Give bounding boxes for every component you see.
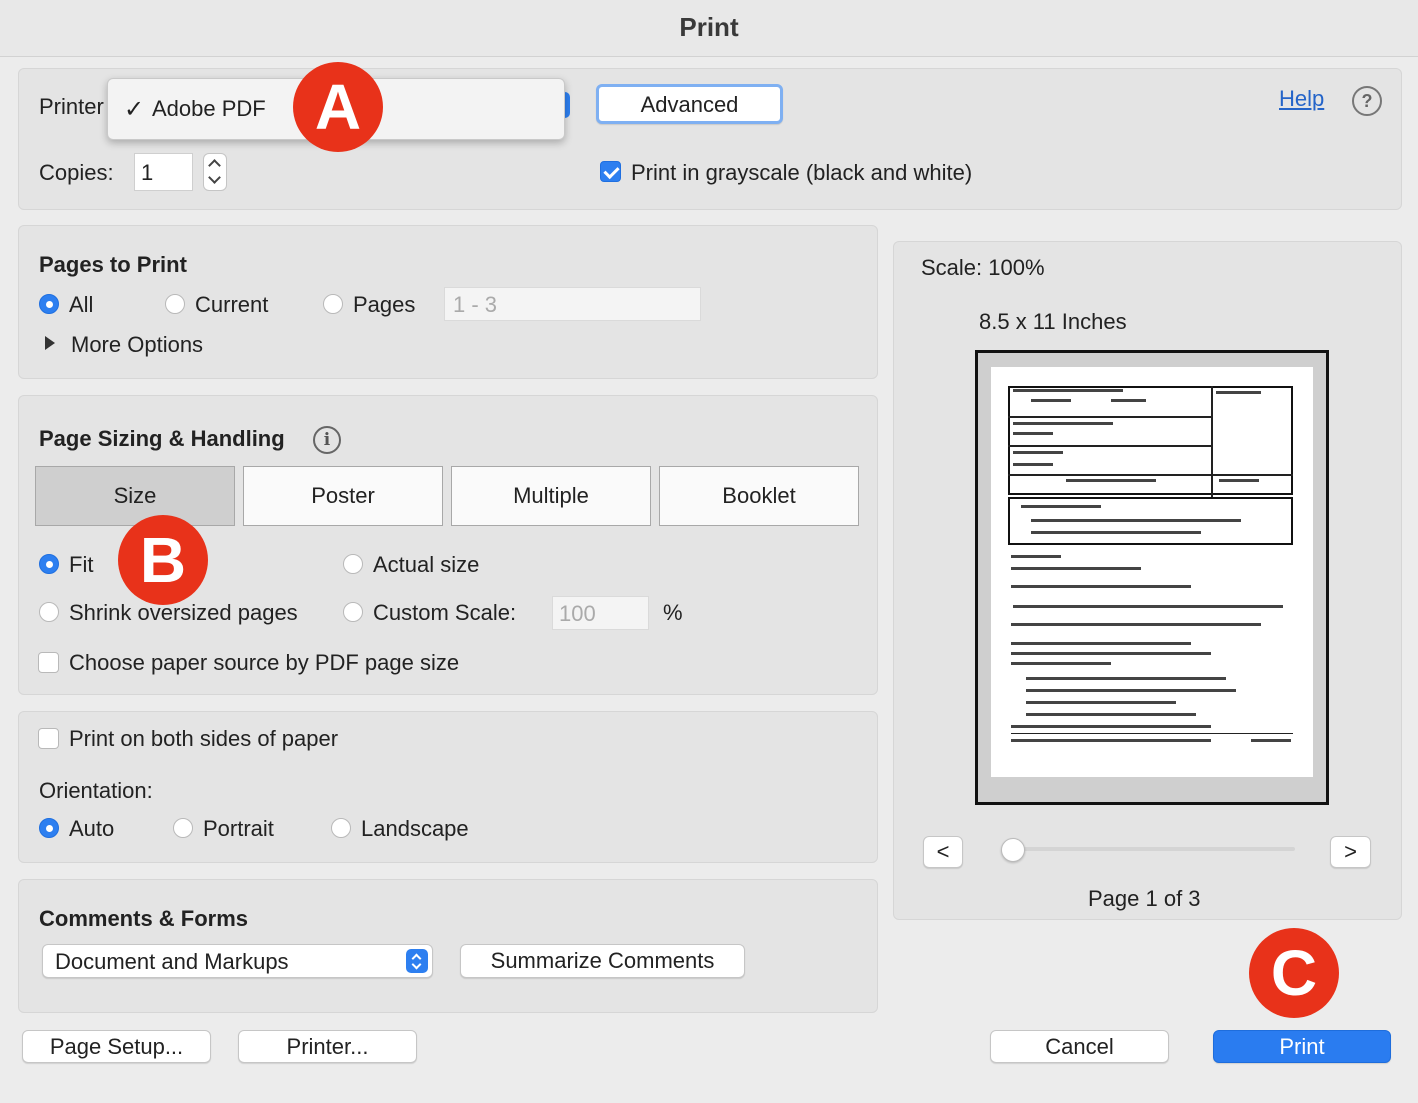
actual-size-radio[interactable] [343,554,363,574]
advanced-button[interactable]: Advanced [596,84,783,124]
paper-source-checkbox[interactable] [38,652,59,673]
shrink-radio[interactable] [39,602,59,622]
copies-label: Copies: [39,160,114,185]
annotation-badge-a: A [293,62,383,152]
comments-select[interactable]: Document and Markups [42,944,433,978]
percent-label: % [663,600,683,625]
custom-scale-label: Custom Scale: [373,600,517,625]
orientation-portrait-radio[interactable] [173,818,193,838]
pages-range-radio[interactable] [323,294,343,314]
page-preview [975,350,1329,805]
tab-poster[interactable]: Poster [243,466,443,526]
cancel-button[interactable]: Cancel [990,1030,1169,1063]
orientation-auto-radio[interactable] [39,818,59,838]
tab-booklet[interactable]: Booklet [659,466,859,526]
next-page-button[interactable]: > [1330,836,1371,868]
previous-page-button[interactable]: < [923,836,963,868]
help-link[interactable]: Help [1279,86,1324,112]
comments-select-value: Document and Markups [55,949,289,974]
orientation-auto-label: Auto [69,816,115,841]
fit-radio[interactable] [39,554,59,574]
summarize-comments-button[interactable]: Summarize Comments [460,944,745,978]
scale-label: Scale: 100% [921,255,1045,280]
chevron-up-icon[interactable] [208,159,221,172]
shrink-label: Shrink oversized pages [69,600,298,625]
pages-all-radio[interactable] [39,294,59,314]
checkmark-icon: ✓ [124,96,145,123]
copies-stepper[interactable] [203,153,227,191]
tab-multiple[interactable]: Multiple [451,466,651,526]
preview-paper [991,367,1313,777]
orientation-landscape-radio[interactable] [331,818,351,838]
orientation-landscape-label: Landscape [361,816,469,841]
orientation-portrait-label: Portrait [203,816,274,841]
copies-input[interactable]: 1 [134,153,193,191]
pages-current-label: Current [195,292,269,317]
grayscale-checkbox[interactable] [600,161,621,182]
printer-settings-button[interactable]: Printer... [238,1030,417,1063]
pages-range-input[interactable]: 1 - 3 [444,287,701,321]
pages-range-label: Pages [353,292,416,317]
paper-source-label: Choose paper source by PDF page size [69,650,460,675]
comments-heading: Comments & Forms [39,906,249,931]
custom-scale-input[interactable]: 100 [552,596,649,630]
window-title: Print [0,0,1418,57]
pages-current-radio[interactable] [165,294,185,314]
page-slider-track[interactable] [1005,847,1295,851]
pages-all-label: All [69,292,94,317]
both-sides-checkbox[interactable] [38,728,59,749]
print-button[interactable]: Print [1213,1030,1391,1063]
orientation-label: Orientation: [39,778,153,803]
page-sizing-heading: Page Sizing & Handling [39,426,285,451]
info-icon[interactable]: i [313,426,341,454]
page-setup-button[interactable]: Page Setup... [22,1030,211,1063]
page-slider-knob[interactable] [1001,838,1025,862]
custom-scale-radio[interactable] [343,602,363,622]
annotation-badge-c: C [1249,928,1339,1018]
actual-size-label: Actual size [373,552,480,577]
tab-size[interactable]: Size [35,466,235,526]
annotation-badge-b: B [118,515,208,605]
chevron-down-icon[interactable] [208,171,221,184]
disclosure-triangle-icon[interactable] [45,336,55,350]
printer-option-adobe-pdf[interactable]: Adobe PDF [152,96,266,122]
paper-size-label: 8.5 x 11 Inches [979,309,1127,334]
grayscale-label: Print in grayscale (black and white) [631,160,973,185]
printer-label: Printer [39,94,104,119]
pages-to-print-heading: Pages to Print [39,252,187,277]
both-sides-label: Print on both sides of paper [69,726,339,751]
more-options-label[interactable]: More Options [71,332,203,358]
select-arrows-icon [406,949,428,973]
fit-label: Fit [69,552,94,577]
page-indicator: Page 1 of 3 [1088,886,1201,911]
help-icon[interactable]: ? [1352,86,1382,116]
